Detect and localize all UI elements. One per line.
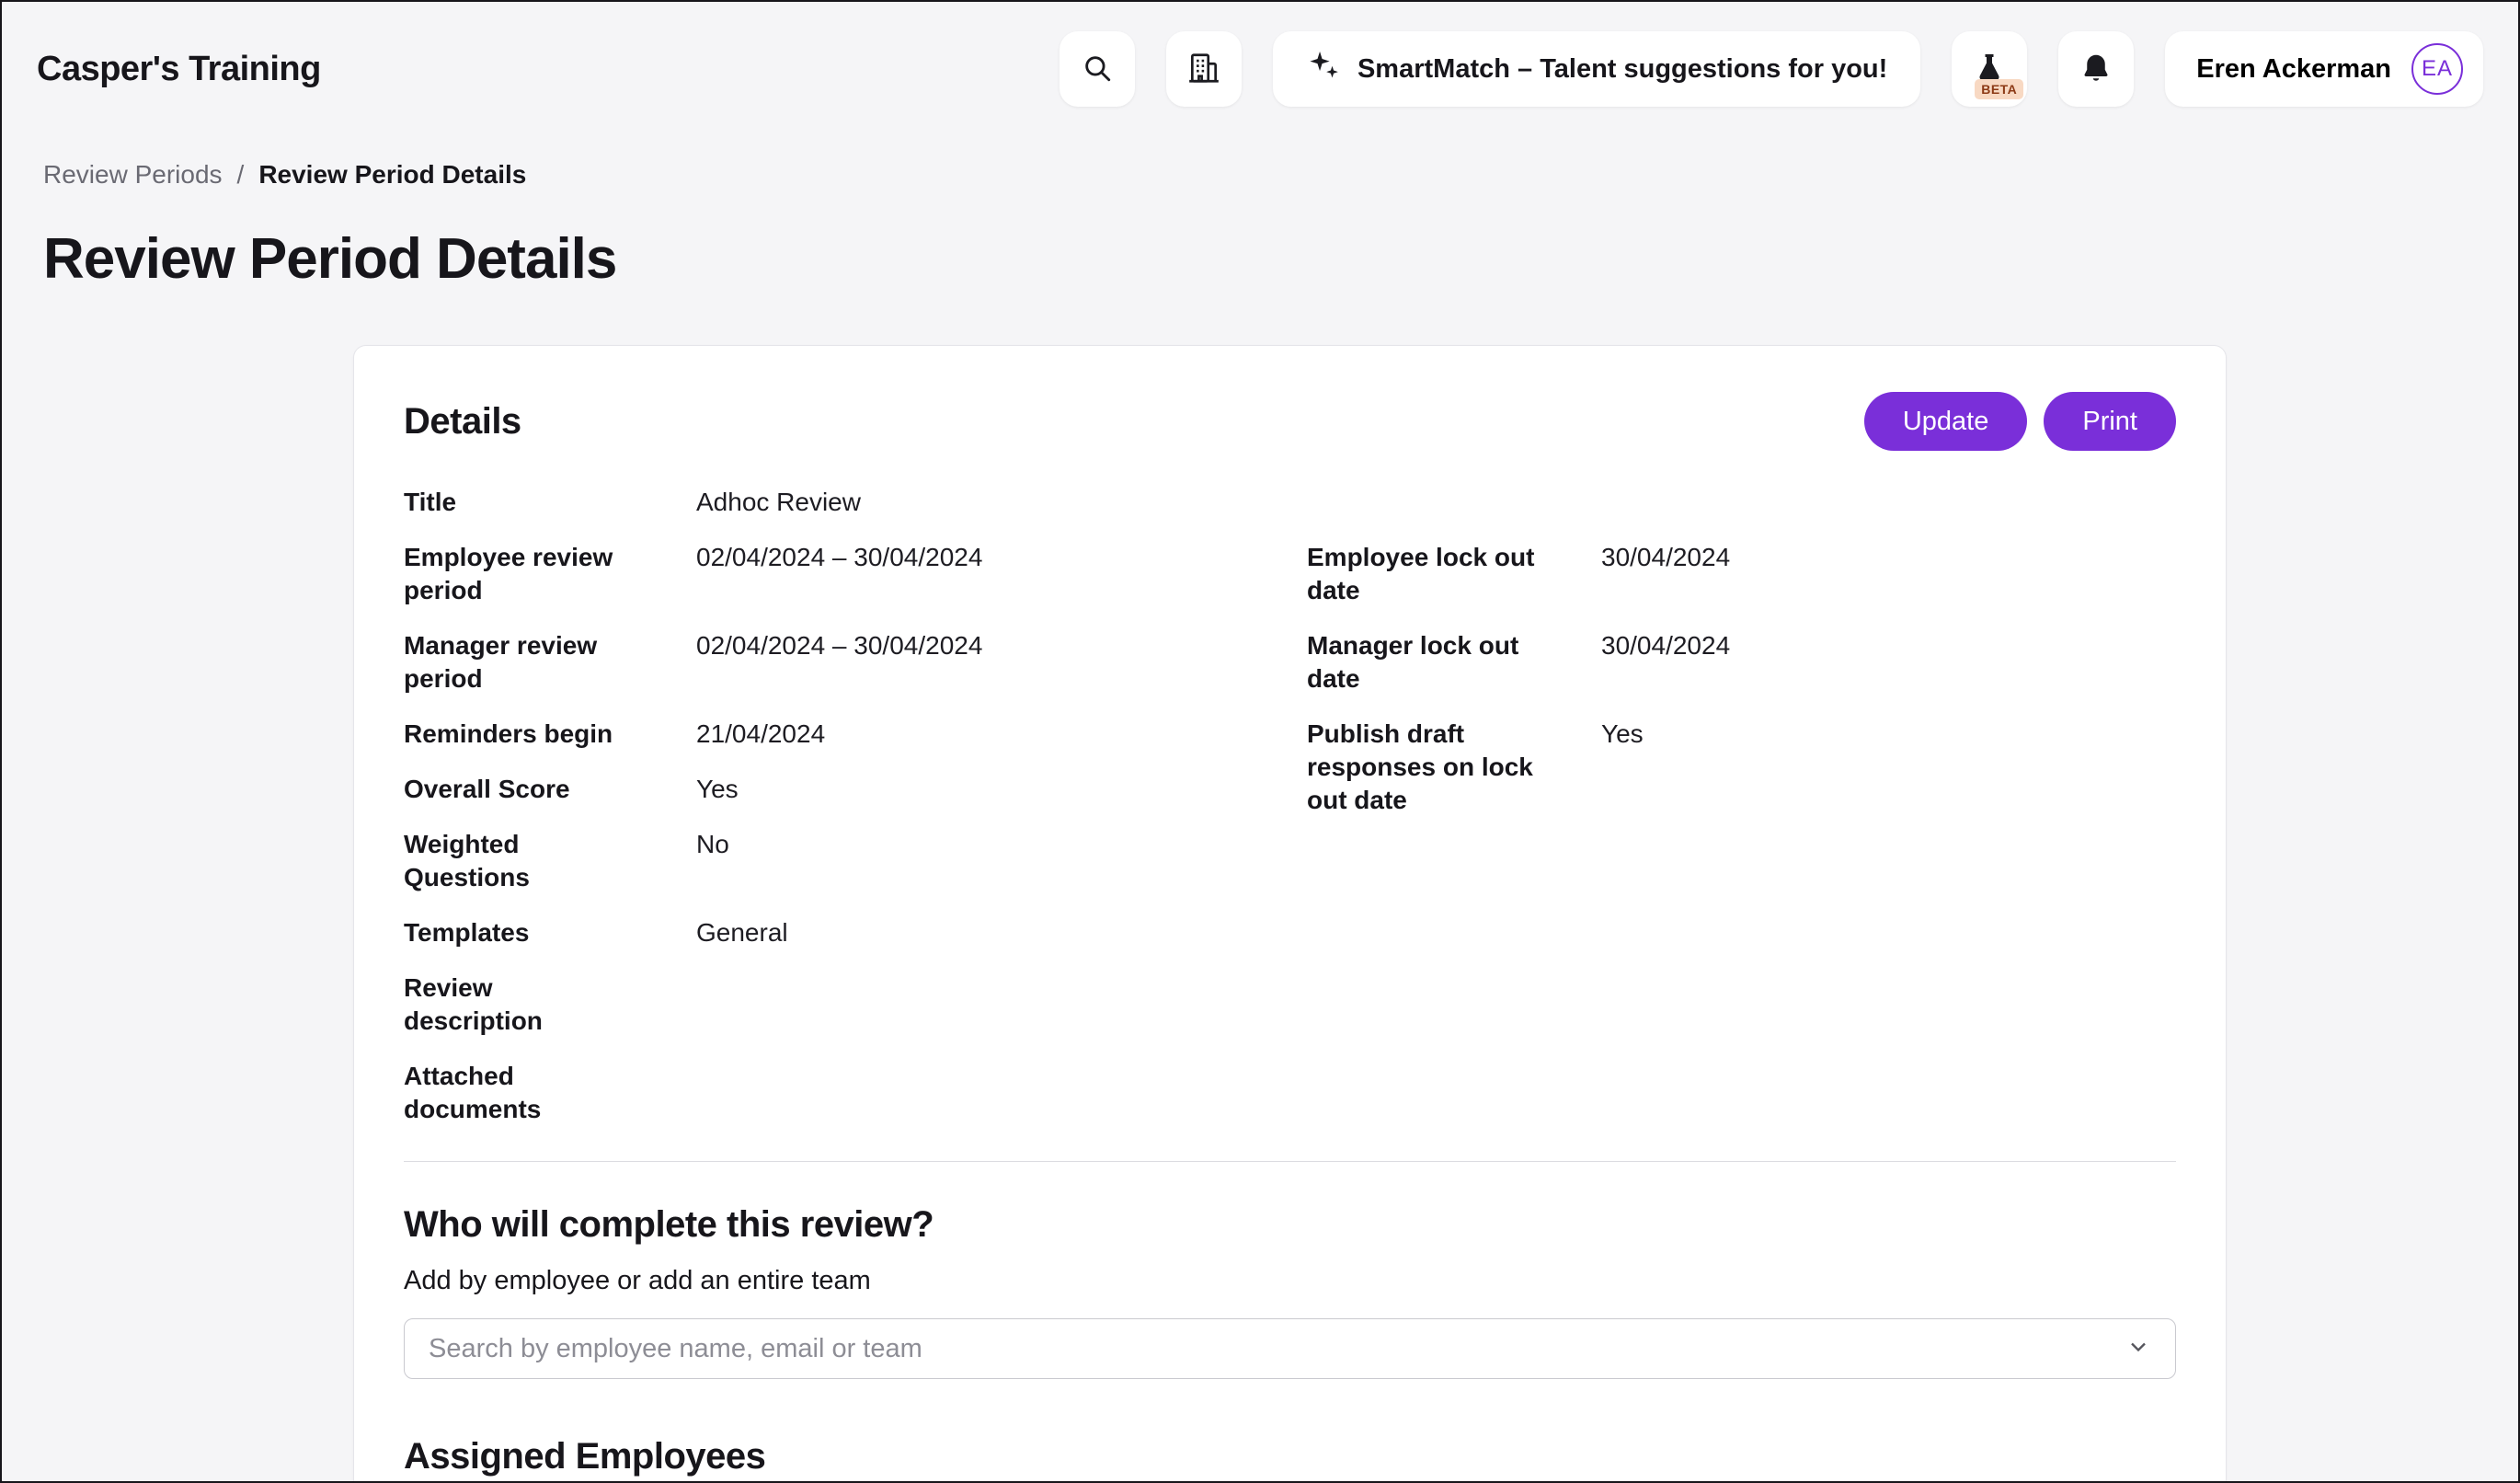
- search-icon: [1082, 52, 1113, 86]
- field-value: [696, 960, 1307, 1049]
- field-label: Title: [404, 475, 696, 530]
- field-label: Employee review period: [404, 530, 696, 618]
- field-row-title: Title Adhoc Review: [404, 475, 1307, 530]
- review-period-details-card: Details Update Print Title Adhoc Review …: [353, 345, 2227, 1483]
- employee-team-search-input[interactable]: [429, 1334, 2125, 1364]
- details-fields: Title Adhoc Review Employee review perio…: [404, 475, 2176, 1137]
- field-label: Employee lock out date: [1307, 530, 1601, 618]
- avatar: EA: [2411, 43, 2463, 95]
- field-value: General: [696, 905, 1307, 960]
- chevron-down-icon: [2125, 1334, 2151, 1364]
- field-value: 02/04/2024 – 30/04/2024: [696, 618, 1307, 707]
- details-actions: Update Print: [1864, 392, 2176, 451]
- page-title: Review Period Details: [2, 190, 2518, 292]
- app-title: Casper's Training: [37, 50, 321, 89]
- field-row-overall-score: Overall Score Yes: [404, 762, 1307, 817]
- field-row-manager-lock-out-date: Manager lock out date 30/04/2024: [1307, 618, 2176, 707]
- field-value: Yes: [1601, 707, 2176, 828]
- update-button[interactable]: Update: [1864, 392, 2028, 451]
- field-row-publish-draft-responses: Publish draft responses on lock out date…: [1307, 707, 2176, 828]
- field-label: Manager lock out date: [1307, 618, 1601, 707]
- field-label: Overall Score: [404, 762, 696, 817]
- field-label: Publish draft responses on lock out date: [1307, 707, 1601, 828]
- building-icon: [1186, 51, 1221, 88]
- field-value: 02/04/2024 – 30/04/2024: [696, 530, 1307, 618]
- field-value: [696, 1049, 1307, 1137]
- who-will-complete-heading: Who will complete this review?: [404, 1204, 2176, 1246]
- details-fields-right: Employee lock out date 30/04/2024 Manage…: [1307, 475, 2176, 1137]
- sparkles-icon: [1306, 48, 1341, 90]
- field-row-reminders-begin: Reminders begin 21/04/2024: [404, 707, 1307, 762]
- field-value: No: [696, 817, 1307, 905]
- search-button[interactable]: [1060, 31, 1135, 107]
- field-row-employee-lock-out-date: Employee lock out date 30/04/2024: [1307, 530, 2176, 618]
- print-button[interactable]: Print: [2044, 392, 2176, 451]
- field-value: 30/04/2024: [1601, 530, 2176, 618]
- breadcrumb-link-review-periods[interactable]: Review Periods: [43, 160, 223, 190]
- labs-button[interactable]: BETA: [1952, 31, 2027, 107]
- bell-icon: [2079, 52, 2113, 87]
- details-header: Details Update Print: [404, 392, 2176, 451]
- employee-team-search-select[interactable]: [404, 1318, 2176, 1379]
- field-row-weighted-questions: Weighted Questions No: [404, 817, 1307, 905]
- field-label: Reminders begin: [404, 707, 696, 762]
- assigned-employees-heading: Assigned Employees: [404, 1436, 2176, 1477]
- details-heading: Details: [404, 401, 521, 443]
- notifications-button[interactable]: [2058, 31, 2134, 107]
- field-label: Review description: [404, 960, 696, 1049]
- field-row-manager-review-period: Manager review period 02/04/2024 – 30/04…: [404, 618, 1307, 707]
- field-label: Attached documents: [404, 1049, 696, 1137]
- field-label: Manager review period: [404, 618, 696, 707]
- breadcrumb-separator: /: [237, 160, 245, 190]
- field-row-templates: Templates General: [404, 905, 1307, 960]
- user-menu[interactable]: Eren Ackerman EA: [2165, 31, 2483, 107]
- field-value: 21/04/2024: [696, 707, 1307, 762]
- app-screen: Casper's Training: [0, 0, 2520, 1483]
- who-will-complete-subtext: Add by employee or add an entire team: [404, 1266, 2176, 1296]
- top-header: Casper's Training: [2, 2, 2518, 136]
- breadcrumb-current: Review Period Details: [258, 160, 526, 190]
- organisation-button[interactable]: [1166, 31, 1242, 107]
- header-actions: SmartMatch – Talent suggestions for you!…: [1060, 31, 2483, 107]
- field-value: Adhoc Review: [696, 475, 1307, 530]
- field-label: Templates: [404, 905, 696, 960]
- field-row-attached-documents: Attached documents: [404, 1049, 1307, 1137]
- field-row-employee-review-period: Employee review period 02/04/2024 – 30/0…: [404, 530, 1307, 618]
- user-name: Eren Ackerman: [2196, 54, 2391, 85]
- beta-badge: BETA: [1975, 79, 2023, 99]
- field-row-review-description: Review description: [404, 960, 1307, 1049]
- smartmatch-label: SmartMatch – Talent suggestions for you!: [1357, 54, 1887, 85]
- section-divider: [404, 1161, 2176, 1162]
- field-value: Yes: [696, 762, 1307, 817]
- field-value: 30/04/2024: [1601, 618, 2176, 707]
- breadcrumb: Review Periods / Review Period Details: [2, 136, 2518, 190]
- details-fields-left: Title Adhoc Review Employee review perio…: [404, 475, 1307, 1137]
- field-label: Weighted Questions: [404, 817, 696, 905]
- smartmatch-button[interactable]: SmartMatch – Talent suggestions for you!: [1273, 31, 1920, 107]
